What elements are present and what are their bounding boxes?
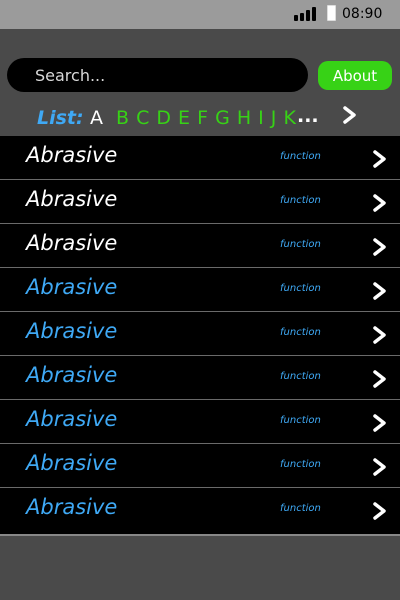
bottom-bar (0, 534, 400, 600)
list-item-type: function (280, 459, 321, 470)
chevron-right-icon[interactable] (371, 237, 389, 261)
list-item-title: Abrasive (26, 231, 118, 255)
list-item-title: Abrasive (26, 407, 118, 431)
alphabet-letters[interactable]: B C D E F G H I J K (116, 103, 296, 133)
alphabet-more[interactable]: ... (297, 101, 319, 131)
list-item-title: Abrasive (26, 451, 118, 475)
list-item-title: Abrasive (26, 363, 118, 387)
list-item[interactable]: Abrasive function (0, 312, 400, 356)
list-item[interactable]: Abrasive function (0, 180, 400, 224)
chevron-right-icon[interactable] (341, 104, 359, 134)
list-item-type: function (280, 415, 321, 426)
list-item-type: function (280, 503, 321, 514)
list-item[interactable]: Abrasive function (0, 488, 400, 532)
list-item[interactable]: Abrasive function (0, 224, 400, 268)
list-item[interactable]: Abrasive function (0, 356, 400, 400)
list-item-title: Abrasive (26, 187, 118, 211)
alphabet-index: List: A B C D E F G H I J K ... (0, 103, 400, 133)
item-list: Abrasive function Abrasive function Abra… (0, 136, 400, 534)
list-item-type: function (280, 195, 321, 206)
list-item-type: function (280, 239, 321, 250)
list-item-type: function (280, 283, 321, 294)
list-item-type: function (280, 327, 321, 338)
battery-icon (327, 5, 336, 21)
chevron-right-icon[interactable] (371, 325, 389, 349)
list-item[interactable]: Abrasive function (0, 136, 400, 180)
chevron-right-icon[interactable] (371, 501, 389, 525)
chevron-right-icon[interactable] (371, 413, 389, 437)
list-item-type: function (280, 371, 321, 382)
search-field[interactable] (7, 58, 308, 92)
signal-bars-icon (294, 7, 320, 21)
chevron-right-icon[interactable] (371, 369, 389, 393)
about-button[interactable]: About (318, 61, 392, 90)
list-item-type: function (280, 151, 321, 162)
list-item[interactable]: Abrasive function (0, 268, 400, 312)
chevron-right-icon[interactable] (371, 149, 389, 173)
chevron-right-icon[interactable] (371, 457, 389, 481)
list-item-title: Abrasive (26, 275, 118, 299)
search-input[interactable] (7, 58, 308, 92)
list-item-title: Abrasive (26, 495, 118, 519)
list-item[interactable]: Abrasive function (0, 400, 400, 444)
list-item-title: Abrasive (26, 319, 118, 343)
list-item[interactable]: Abrasive function (0, 444, 400, 488)
list-label: List: (37, 107, 84, 129)
status-bar: 08:90 (0, 0, 400, 29)
chevron-right-icon[interactable] (371, 281, 389, 305)
list-item-title: Abrasive (26, 143, 118, 167)
alphabet-selected-letter[interactable]: A (90, 103, 103, 133)
status-time: 08:90 (342, 6, 383, 22)
chevron-right-icon[interactable] (371, 193, 389, 217)
header: About List: A B C D E F G H I J K ... (0, 29, 400, 136)
